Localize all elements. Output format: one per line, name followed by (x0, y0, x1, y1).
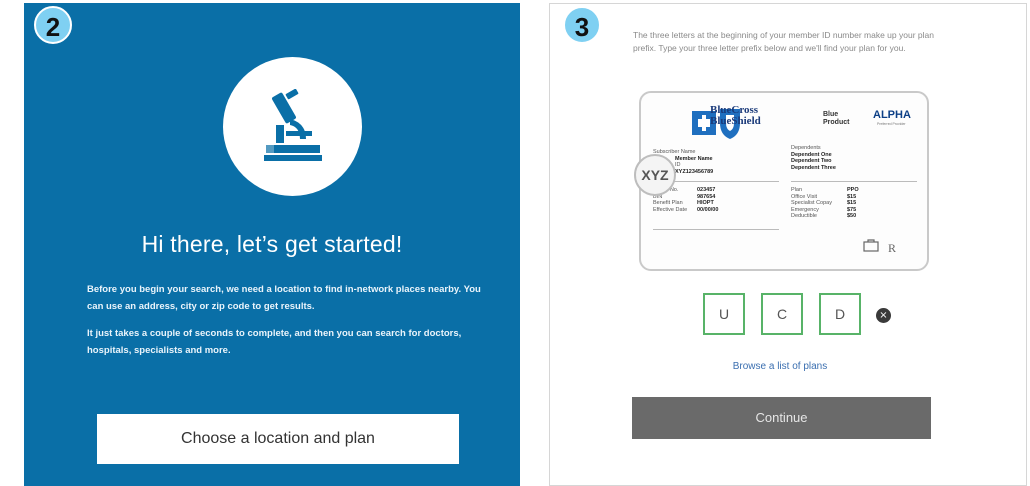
card-r-mark: R (888, 241, 897, 255)
page: Hi there, let’s get started! Before you … (0, 0, 1030, 486)
card-icons: R (863, 238, 896, 256)
prefix-letter-input[interactable]: D (819, 293, 861, 335)
card-field-value: PPO (847, 187, 859, 193)
clear-icon[interactable]: × (876, 308, 891, 323)
card-field-label: Deductible (791, 213, 817, 219)
prefix-callout: XYZ (634, 154, 676, 196)
card-field-value: HIOPT (697, 200, 714, 206)
card-field-value: $50 (847, 213, 857, 219)
intro-paragraph: Before you begin your search, we need a … (87, 284, 481, 312)
page-title: Hi there, let’s get started! (141, 231, 403, 257)
hero-icon-circle (223, 57, 362, 196)
prefix-letter-input[interactable]: C (761, 293, 803, 335)
card-field-value: 00/00/00 (697, 206, 719, 213)
card-brand: BlueCross BlueShield (710, 105, 761, 127)
card-copay-col: Plan PPO Office Visit $15 Specialist Copay… (791, 187, 921, 220)
welcome-panel: Hi there, let’s get started! Before you … (24, 3, 520, 486)
card-alpha-label: ALPHA (873, 109, 911, 121)
product-line: Product (823, 119, 850, 126)
card-group-col: Group No.023457 BIN987654 Benefit PlanHI… (653, 187, 783, 213)
info-paragraph: It just takes a couple of seconds to com… (87, 328, 462, 356)
card-field-value: $15 (847, 193, 857, 200)
dependent-name: Dependent Two (791, 158, 832, 164)
suitcase-icon (863, 239, 882, 255)
choose-location-button[interactable]: Choose a location and plan (97, 414, 459, 464)
brand-line: BlueShield (710, 115, 761, 127)
product-line: Blue (823, 111, 839, 118)
microscope-icon (264, 89, 322, 161)
card-field-value: $15 (847, 200, 857, 206)
continue-button[interactable]: Continue (632, 397, 931, 439)
dependent-name: Dependent One (791, 151, 832, 158)
prefix-letter-input[interactable]: U (703, 293, 745, 335)
card-alpha-sub: Preferred Provider (877, 122, 906, 126)
card-divider (791, 181, 917, 182)
dependent-name: Dependent Three (791, 164, 836, 171)
card-field-value: XYZ123456789 (675, 168, 714, 175)
step-badge: 2 (34, 6, 72, 44)
card-field-value: 987654 (697, 193, 716, 200)
browse-plans-link[interactable]: Browse a list of plans (660, 361, 900, 372)
card-divider (653, 229, 779, 230)
card-field-value: Member Name (675, 155, 713, 162)
card-field-value: 023457 (697, 187, 716, 193)
card-field-value: $75 (847, 206, 857, 213)
card-product: Blue Product (823, 111, 849, 127)
prefix-instructions: The three letters at the beginning of yo… (633, 30, 934, 53)
card-field-label: Effective Date (653, 206, 688, 213)
step-badge: 3 (563, 6, 601, 44)
card-dependents-col: Dependents Dependent One Dependent Two D… (791, 145, 911, 171)
